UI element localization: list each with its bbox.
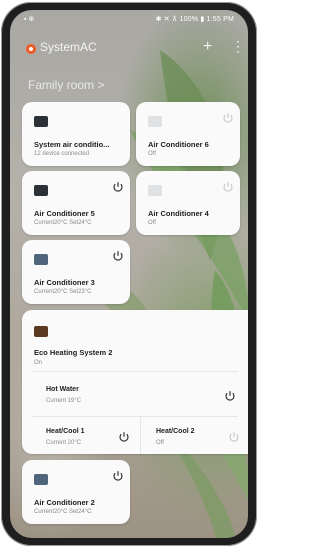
eco-heating-card[interactable]: Eco Heating System 2 On Hot Water Curren… xyxy=(22,310,248,454)
device-card[interactable]: System air conditio... 12 device connect… xyxy=(22,102,130,166)
device-card[interactable]: Air Conditioner 2 Current20°C Set24°C xyxy=(22,460,130,524)
device-card[interactable]: Air Conditioner 4 Off xyxy=(136,171,240,235)
heat-cool-2-status: Off xyxy=(156,440,164,446)
room-selector[interactable]: Family room > xyxy=(28,78,104,92)
device-name: Air Conditioner 3 xyxy=(34,278,95,287)
heating-system-icon xyxy=(34,326,48,337)
device-status: Off xyxy=(148,151,156,157)
eco-heating-status: On xyxy=(34,360,43,366)
device-status: Current20°C Set23°C xyxy=(34,289,92,295)
eco-heating-name: Eco Heating System 2 xyxy=(34,348,113,357)
device-name: Air Conditioner 6 xyxy=(148,140,209,149)
app-bar: SystemAC + ⋮ xyxy=(10,28,248,68)
hot-water-status: Current 19°C xyxy=(46,398,82,404)
device-status: 12 device connected xyxy=(34,151,90,157)
air-conditioner-icon xyxy=(34,185,48,196)
power-icon[interactable] xyxy=(112,250,124,262)
divider xyxy=(140,416,141,454)
device-card[interactable]: Air Conditioner 3 Current20°C Set23°C xyxy=(22,240,130,304)
power-icon[interactable] xyxy=(112,181,124,193)
hot-water-power-icon[interactable] xyxy=(224,390,236,402)
heat-cool-2-label: Heat/Cool 2 xyxy=(156,428,195,435)
device-name: Air Conditioner 5 xyxy=(34,209,95,218)
device-name: Air Conditioner 2 xyxy=(34,498,95,507)
device-card[interactable]: Air Conditioner 5 Current20°C Set24°C xyxy=(22,171,130,235)
heat-cool-2-power-icon[interactable] xyxy=(228,431,240,443)
air-conditioner-icon xyxy=(34,254,48,265)
air-conditioner-icon xyxy=(34,474,48,485)
app-logo-icon xyxy=(26,44,36,54)
add-button[interactable]: + xyxy=(203,39,212,55)
air-conditioner-icon xyxy=(148,116,162,127)
app-screen: ▪ ⊕ ✱ ✕ ⊼ 100% ▮ 1:55 PM SystemAC + ⋮ Fa… xyxy=(10,10,248,538)
air-conditioner-icon xyxy=(148,185,162,196)
device-name: System air conditio... xyxy=(34,140,110,149)
hot-water-label: Hot Water xyxy=(46,386,79,393)
status-left: ▪ ⊕ xyxy=(24,16,35,23)
heat-cool-1-label: Heat/Cool 1 xyxy=(46,428,85,435)
ac-system-icon xyxy=(34,116,48,127)
divider xyxy=(32,416,238,417)
device-status: Current20°C Set24°C xyxy=(34,220,92,226)
phone-frame: ▪ ⊕ ✱ ✕ ⊼ 100% ▮ 1:55 PM SystemAC + ⋮ Fa… xyxy=(1,2,257,546)
power-icon[interactable] xyxy=(112,470,124,482)
status-right: ✱ ✕ ⊼ 100% ▮ 1:55 PM xyxy=(155,16,234,23)
status-bar: ▪ ⊕ ✱ ✕ ⊼ 100% ▮ 1:55 PM xyxy=(10,10,248,28)
power-icon[interactable] xyxy=(222,112,234,124)
more-options-button[interactable]: ⋮ xyxy=(231,38,245,54)
power-icon[interactable] xyxy=(222,181,234,193)
app-title: SystemAC xyxy=(40,40,97,54)
divider xyxy=(32,371,238,372)
heat-cool-1-power-icon[interactable] xyxy=(118,431,130,443)
device-status: Current20°C Set24°C xyxy=(34,509,92,515)
heat-cool-1-status: Current 20°C xyxy=(46,440,82,446)
device-status: Off xyxy=(148,220,156,226)
device-card[interactable]: Air Conditioner 6 Off xyxy=(136,102,240,166)
device-name: Air Conditioner 4 xyxy=(148,209,209,218)
